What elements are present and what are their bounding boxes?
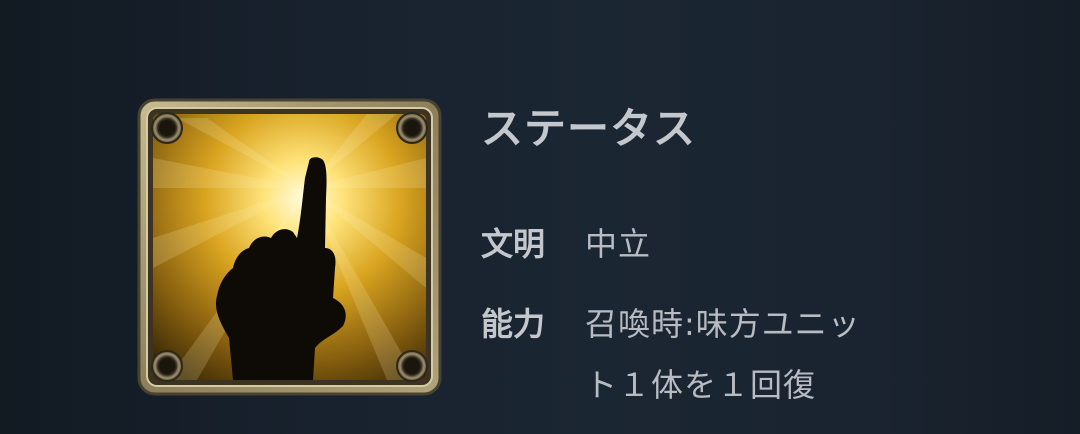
status-title: ステータス bbox=[481, 104, 697, 153]
raised-index-finger-icon bbox=[137, 98, 442, 396]
civilization-label: 文明 bbox=[481, 225, 546, 263]
ability-value-line2: ト１体を１回復 bbox=[585, 366, 817, 404]
ability-value-line1: 召喚時:味方ユニッ bbox=[585, 305, 861, 343]
civilization-value: 中立 bbox=[585, 225, 652, 263]
civilization-row: 文明 中立 bbox=[481, 217, 651, 271]
status-panel: ステータス 文明 中立 能力 召喚時:味方ユニッ ト１体を１回復 bbox=[0, 0, 1080, 434]
ability-row: 能力 召喚時:味方ユニッ bbox=[481, 297, 861, 351]
ability-label: 能力 bbox=[481, 305, 546, 343]
